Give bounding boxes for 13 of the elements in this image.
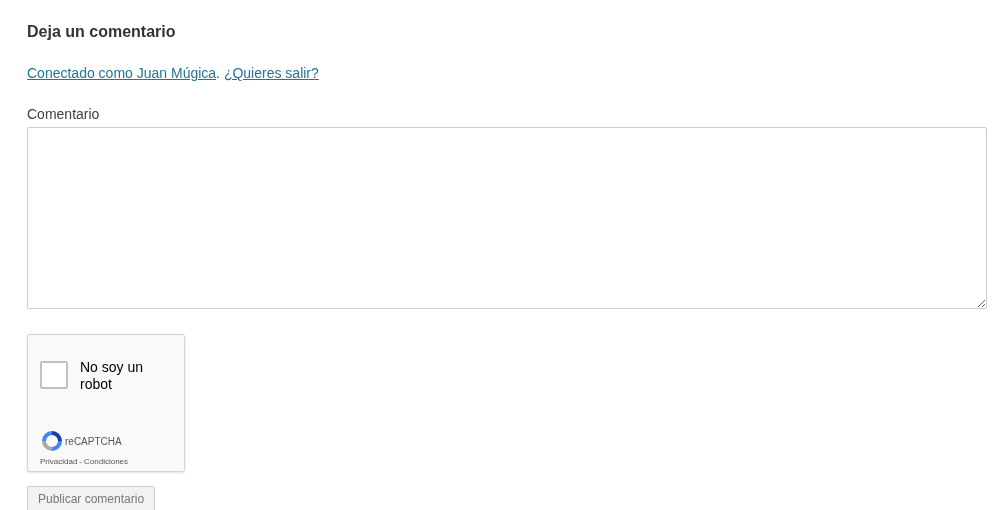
comment-field[interactable]: [27, 127, 987, 309]
recaptcha-brand: reCAPTCHA: [65, 434, 122, 449]
link-separator: -: [79, 456, 83, 468]
comment-label: Comentario: [27, 105, 101, 123]
section-heading: Deja un comentario: [27, 22, 177, 42]
submit-button[interactable]: Publicar comentario: [27, 486, 156, 510]
privacy-link[interactable]: Privacidad: [40, 456, 78, 468]
captcha-checkbox[interactable]: [40, 361, 68, 389]
terms-link[interactable]: Condiciones: [84, 456, 129, 468]
separator-text: .: [216, 65, 220, 81]
logout-link[interactable]: ¿Quieres salir?: [223, 65, 319, 81]
recaptcha-logo-icon: [40, 429, 64, 453]
captcha-label: No soy un robot: [80, 359, 145, 393]
